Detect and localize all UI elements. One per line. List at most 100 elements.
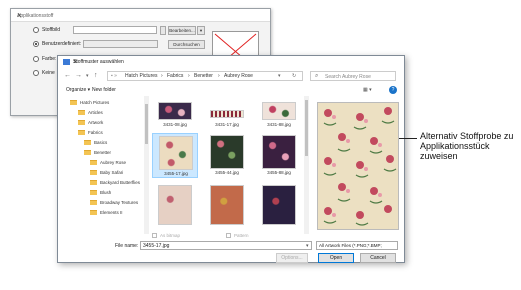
folder-icon [70, 100, 77, 105]
tree-scrollbar[interactable] [144, 96, 149, 234]
organize-menu[interactable]: Organize ▾ [66, 87, 90, 93]
file-item-selected[interactable]: 3455-17.jpg [152, 133, 198, 178]
durchsuchen-button[interactable]: Durchsuchen [168, 40, 205, 49]
bearbeiten-dropdown[interactable]: ▾ [197, 26, 205, 35]
fabric-thumbnail [210, 110, 244, 118]
navigation-bar: ← → ▾ ↑ ▪ » Hatch Pictures › Fabrics › B… [58, 69, 404, 83]
folder-tree: Hatch Pictures Articles Artwork Fabrics … [64, 98, 148, 230]
folder-icon [90, 210, 97, 215]
tree-item[interactable]: Articles [78, 108, 103, 117]
options-button[interactable]: Options... [276, 253, 308, 263]
folder-icon [78, 130, 85, 135]
breadcrumb-separator: › [188, 73, 190, 79]
breadcrumb-separator: › [218, 73, 220, 79]
stoffbild-dropdown[interactable] [160, 26, 166, 35]
tree-item[interactable]: Benetter [84, 148, 111, 157]
fabric-thumbnail [158, 102, 192, 120]
address-dropdown-icon[interactable]: ▾ [278, 73, 281, 79]
breadcrumb-item[interactable]: Benetter [194, 73, 213, 79]
view-options-icon[interactable]: ▦ ▾ [363, 87, 372, 93]
checkbox-icon[interactable] [226, 233, 231, 238]
option-label: Stoffbild [42, 27, 60, 33]
file-item[interactable] [204, 183, 250, 228]
tree-item[interactable]: Elements II [90, 208, 123, 217]
file-item[interactable] [256, 183, 302, 228]
option-benutzerdefiniert[interactable]: Benutzerdefiniert: [33, 41, 81, 47]
tree-item[interactable]: Basics [84, 138, 107, 147]
tree-item[interactable]: Broadway Textures [90, 198, 138, 207]
pattern-checkbox[interactable]: Pattern [226, 233, 249, 238]
tree-item[interactable]: Hatch Pictures [70, 98, 109, 107]
forward-arrow-icon[interactable]: → [75, 72, 82, 79]
tree-item[interactable]: Aubrey Rose [90, 158, 126, 167]
rose-fabric-pattern-image [318, 103, 398, 229]
folder-icon [90, 180, 97, 185]
stoffbild-field[interactable] [73, 26, 157, 34]
file-item[interactable]: 3431-17.jpg [204, 100, 250, 128]
file-grid: 3431-08.jpg 3431-17.jpg 3431-88.jpg 3455… [152, 100, 302, 232]
fabric-thumbnail [159, 136, 193, 170]
scrollbar-thumb[interactable] [305, 100, 308, 156]
file-name-input[interactable]: 3455-17.jpg [140, 241, 312, 250]
applikation-titlebar: Applikationsstoff × [11, 9, 270, 22]
cancel-button[interactable]: Cancel [360, 253, 396, 263]
folder-icon [90, 200, 97, 205]
tree-item[interactable]: Baby Safari [90, 168, 123, 177]
search-box[interactable]: ⌕ Search Aubrey Rose [310, 71, 396, 81]
folder-icon [84, 150, 91, 155]
breadcrumb-item[interactable]: Fabrics [167, 73, 183, 79]
radio-selected-icon[interactable] [33, 41, 39, 47]
file-select-dialog: Stoffmuster auswählen × ← → ▾ ↑ ▪ » Hatc… [57, 55, 405, 263]
refresh-icon[interactable]: ↻ [292, 73, 296, 79]
folder-icon [78, 110, 85, 115]
tree-item[interactable]: Fabrics [78, 128, 103, 137]
up-arrow-icon[interactable]: ↑ [94, 72, 98, 79]
help-icon[interactable]: ? [389, 86, 397, 94]
file-name-label: File name: [115, 243, 139, 249]
radio-icon[interactable] [33, 70, 39, 76]
tree-item[interactable]: Backyard Butterflies [90, 178, 140, 187]
option-keine[interactable]: Keine [33, 70, 55, 76]
bearbeiten-button[interactable]: Bearbeiten... [168, 26, 196, 35]
option-label: Farbe: [42, 56, 57, 62]
folder-icon [90, 160, 97, 165]
folder-icon [78, 120, 85, 125]
recent-dropdown-icon[interactable]: ▾ [86, 73, 89, 79]
close-icon[interactable]: × [73, 57, 398, 66]
file-item[interactable]: 3431-08.jpg [152, 100, 198, 128]
app-icon [63, 59, 70, 65]
open-button[interactable]: Open [318, 253, 354, 263]
option-farbe[interactable]: Farbe: [33, 56, 56, 62]
dialog-footer: As bitmap Pattern File name: 3455-17.jpg… [58, 232, 404, 264]
as-bitmap-checkbox[interactable]: As bitmap [152, 233, 180, 238]
radio-icon[interactable] [33, 27, 39, 33]
folder-icon [90, 170, 97, 175]
tree-item[interactable]: Blush [90, 188, 111, 197]
file-type-select[interactable]: All Artwork Files (*.PNG;*.BMP; [316, 241, 398, 250]
fabric-thumbnail [158, 185, 192, 225]
file-item[interactable]: 3455-44.jpg [204, 133, 250, 178]
back-arrow-icon[interactable]: ← [64, 72, 71, 79]
benutzerdefiniert-field[interactable] [83, 40, 158, 48]
fabric-thumbnail [210, 135, 244, 169]
scrollbar-thumb[interactable] [145, 104, 148, 144]
option-label: Keine [42, 70, 55, 76]
callout-line [399, 138, 417, 139]
file-item[interactable] [152, 183, 198, 228]
breadcrumb-item[interactable]: Aubrey Rose [224, 73, 253, 79]
option-stoffbild[interactable]: Stoffbild [33, 27, 60, 33]
chevron-down-icon[interactable]: ▾ [306, 243, 309, 249]
close-icon[interactable]: × [17, 11, 265, 20]
file-item[interactable]: 3431-88.jpg [256, 100, 302, 128]
checkbox-icon[interactable] [152, 233, 157, 238]
callout-annotation: Alternativ Stoffprobe zu Applikationsstü… [420, 131, 514, 161]
fabric-thumbnail [262, 185, 296, 225]
grid-scrollbar[interactable] [304, 96, 309, 234]
fabric-thumbnail [262, 135, 296, 169]
breadcrumb-item[interactable]: Hatch Pictures [125, 73, 158, 79]
file-item[interactable]: 3455-88.jpg [256, 133, 302, 178]
tree-item[interactable]: Artwork [78, 118, 103, 127]
new-folder-button[interactable]: New folder [92, 87, 116, 93]
radio-icon[interactable] [33, 56, 39, 62]
address-bar[interactable]: ▪ » Hatch Pictures › Fabrics › Benetter … [107, 71, 303, 81]
